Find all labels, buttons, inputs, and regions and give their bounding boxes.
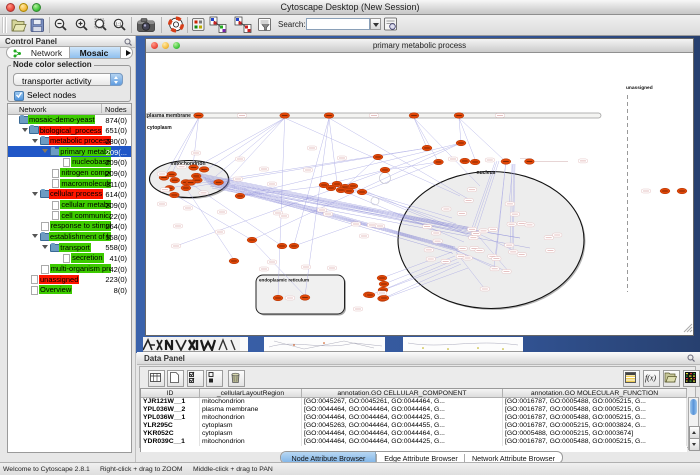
svg-text:1:1: 1:1 — [115, 22, 122, 27]
svg-text:nucleus: nucleus — [477, 170, 496, 176]
svg-text:mitochondrion: mitochondrion — [171, 161, 206, 167]
svg-text:unassigned: unassigned — [626, 85, 653, 91]
svg-text:plasma membrane: plasma membrane — [147, 113, 191, 119]
svg-text:cytoplasm: cytoplasm — [147, 125, 172, 131]
svg-text:endoplasmic reticulum: endoplasmic reticulum — [259, 278, 309, 283]
svg-text:f(x): f(x) — [645, 374, 656, 383]
